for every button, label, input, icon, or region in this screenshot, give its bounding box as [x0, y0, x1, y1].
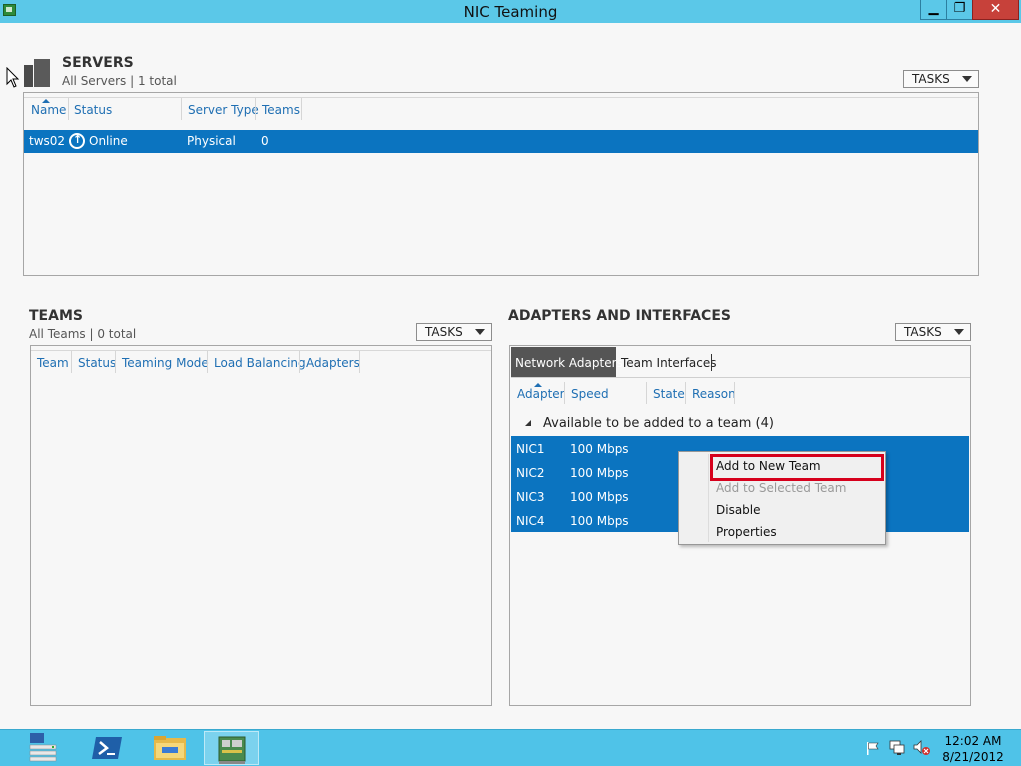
adapter-name: NIC2 [516, 466, 545, 480]
server-manager-icon [29, 733, 57, 762]
adapters-tasks-button[interactable]: TASKS [895, 323, 971, 341]
adapters-title: ADAPTERS AND INTERFACES [508, 308, 731, 324]
taskbar-clock-time[interactable]: 12:02 AM [940, 734, 1006, 748]
column-header-status[interactable]: Status [74, 103, 112, 117]
tab-team-interfaces[interactable]: Team Interfaces [618, 347, 717, 377]
online-status-icon [69, 133, 85, 149]
column-header-status[interactable]: Status [78, 356, 116, 370]
group-label: Available to be added to a team (4) [543, 416, 774, 431]
taskbar-file-explorer-button[interactable] [148, 731, 192, 765]
tab-network-adapters[interactable]: Network Adapters [511, 347, 623, 377]
taskbar-nic-teaming-button[interactable] [204, 731, 259, 765]
column-divider [68, 98, 69, 120]
column-header-state[interactable]: State [653, 387, 685, 401]
volume-muted-icon[interactable] [913, 740, 931, 756]
column-header-load-balancing[interactable]: Load Balancing [214, 356, 306, 370]
context-menu: Add to New Team Add to Selected Team Dis… [678, 451, 886, 545]
servers-panel [23, 92, 979, 276]
adapter-speed: 100 Mbps [570, 490, 629, 504]
column-divider [207, 351, 208, 373]
menu-gutter [708, 454, 709, 542]
taskbar-clock-date[interactable]: 8/21/2012 [940, 750, 1006, 764]
table-row[interactable]: tws02 Online Physical 0 [24, 130, 978, 153]
mouse-cursor-icon [6, 67, 20, 88]
column-header-teams[interactable]: Teams [262, 103, 300, 117]
adapter-name: NIC4 [516, 514, 545, 528]
taskbar-server-manager-button[interactable] [22, 731, 66, 765]
adapter-name: NIC1 [516, 442, 545, 456]
column-divider [301, 98, 302, 120]
adapter-name: NIC3 [516, 490, 545, 504]
servers-title: SERVERS [62, 55, 134, 71]
file-explorer-icon [154, 736, 186, 760]
highlight-box [710, 454, 884, 481]
menu-item-disable[interactable]: Disable [716, 503, 761, 517]
restore-button[interactable]: ❐ [946, 0, 973, 20]
tab-label: Network Adapters [515, 356, 623, 370]
action-center-flag-icon[interactable] [866, 741, 880, 756]
column-header-reason[interactable]: Reason [692, 387, 736, 401]
column-divider [255, 98, 256, 120]
chevron-down-icon [954, 329, 964, 335]
chevron-down-icon [962, 76, 972, 82]
minimize-button[interactable]: ▁ [920, 0, 947, 20]
collapse-triangle-icon[interactable] [525, 420, 531, 426]
servers-subtitle: All Servers | 1 total [62, 74, 177, 88]
tasks-label: TASKS [912, 72, 950, 86]
close-button[interactable]: ✕ [972, 0, 1019, 20]
teams-panel [30, 345, 492, 706]
teams-subtitle: All Teams | 0 total [29, 327, 137, 341]
tasks-label: TASKS [904, 325, 942, 339]
column-header-teaming-mode[interactable]: Teaming Mode [122, 356, 209, 370]
menu-item-properties[interactable]: Properties [716, 525, 777, 539]
column-header-adapter[interactable]: Adapter [517, 387, 565, 401]
taskbar-powershell-button[interactable] [86, 731, 130, 765]
column-divider [564, 382, 565, 404]
menu-item-add-to-selected-team: Add to Selected Team [716, 481, 847, 495]
teams-header-divider [31, 350, 491, 351]
network-icon[interactable] [889, 740, 907, 756]
tab-label: Team Interfaces [621, 356, 717, 370]
teams-tasks-button[interactable]: TASKS [416, 323, 492, 341]
column-divider [115, 351, 116, 373]
window-title: NIC Teaming [463, 3, 558, 21]
server-type: Physical [187, 134, 236, 148]
servers-header-divider [24, 97, 978, 98]
minimize-icon: ▁ [928, 1, 939, 16]
chevron-down-icon [475, 329, 485, 335]
column-header-speed[interactable]: Speed [571, 387, 609, 401]
column-divider [734, 382, 735, 404]
title-bar: NIC Teaming ▁ ❐ ✕ [0, 0, 1021, 23]
column-divider [685, 382, 686, 404]
column-divider [299, 351, 300, 373]
teams-title: TEAMS [29, 308, 83, 324]
servers-icon [24, 56, 52, 88]
nic-teaming-icon [218, 736, 246, 764]
tasks-label: TASKS [425, 325, 463, 339]
close-icon: ✕ [989, 1, 1002, 17]
powershell-icon [92, 737, 122, 759]
column-divider [71, 351, 72, 373]
column-header-server-type[interactable]: Server Type [188, 103, 259, 117]
servers-tasks-button[interactable]: TASKS [903, 70, 979, 88]
column-divider [646, 382, 647, 404]
server-name: tws02 [29, 134, 66, 148]
taskbar: 12:02 AM 8/21/2012 [0, 729, 1021, 766]
server-teams: 0 [261, 134, 269, 148]
adapter-speed: 100 Mbps [570, 466, 629, 480]
server-status: Online [89, 134, 128, 148]
column-divider [359, 351, 360, 373]
column-header-team[interactable]: Team [37, 356, 69, 370]
column-divider [181, 98, 182, 120]
column-header-adapters[interactable]: Adapters [306, 356, 360, 370]
adapter-speed: 100 Mbps [570, 442, 629, 456]
column-header-name[interactable]: Name [31, 103, 66, 117]
restore-icon: ❐ [953, 1, 966, 16]
tab-strip-divider [511, 377, 970, 378]
adapter-speed: 100 Mbps [570, 514, 629, 528]
